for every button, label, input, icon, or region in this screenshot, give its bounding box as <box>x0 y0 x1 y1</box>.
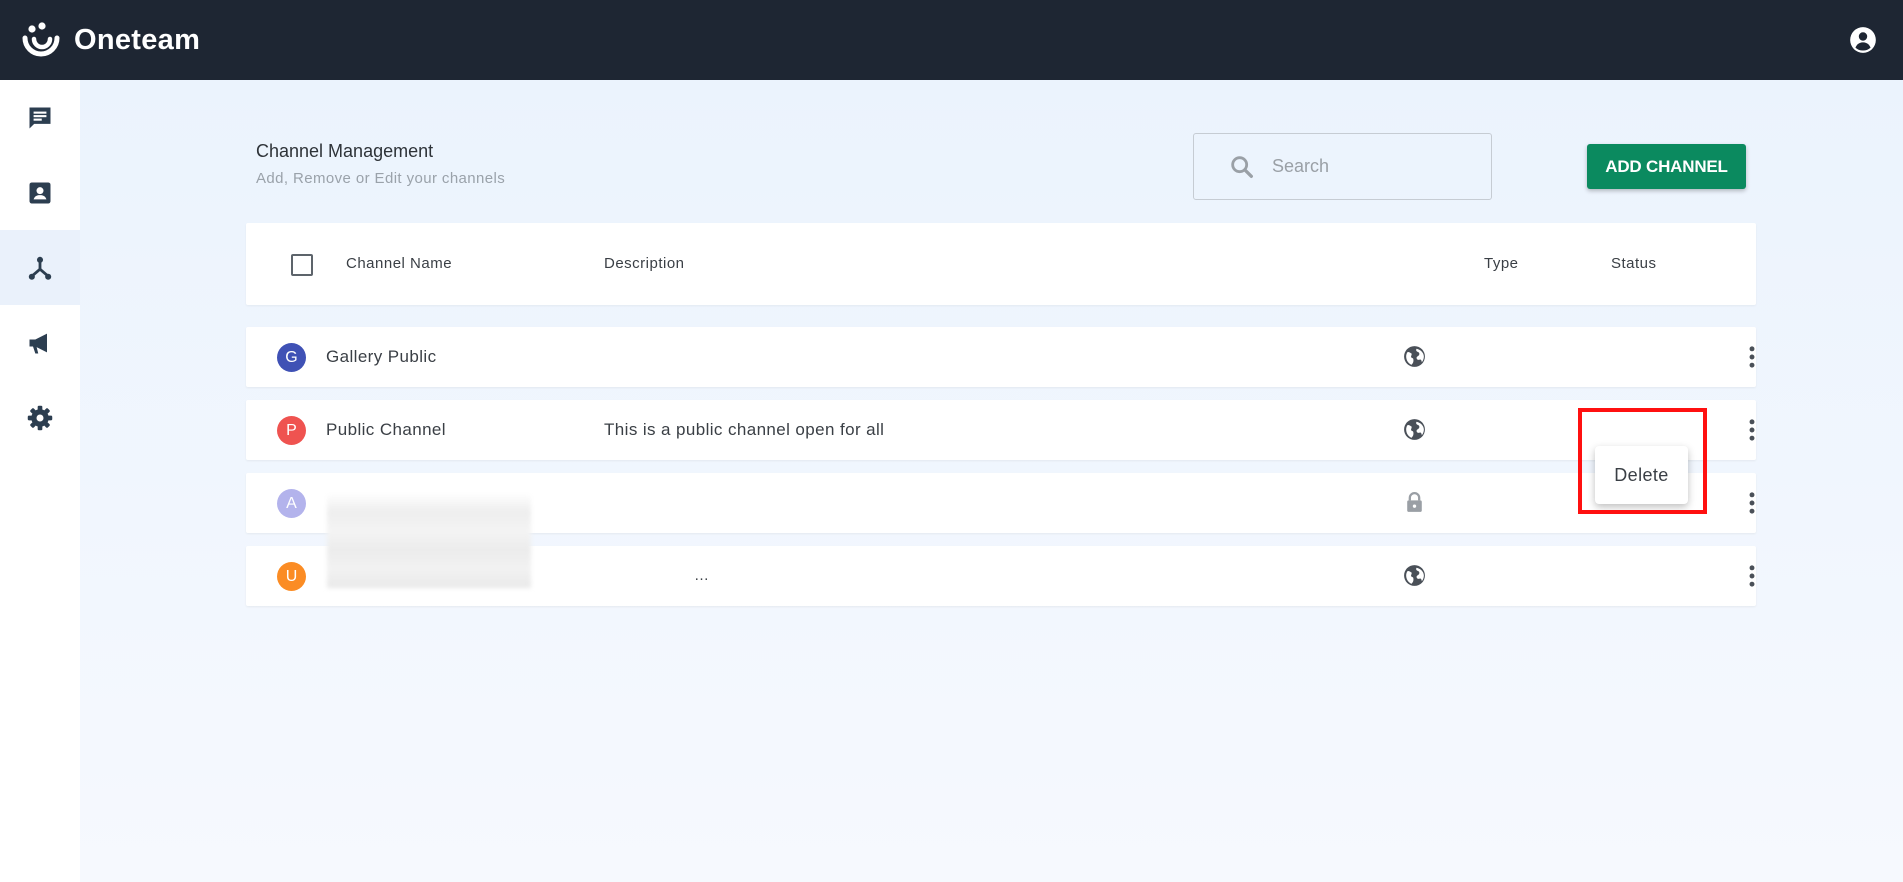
lock-icon <box>1407 492 1422 512</box>
page-subtitle: Add, Remove or Edit your channels <box>256 170 506 187</box>
more-vert-icon[interactable] <box>1738 343 1766 371</box>
oneteam-logo-icon <box>22 22 60 57</box>
app-name: Oneteam <box>74 23 201 56</box>
contact-card-icon <box>29 182 51 203</box>
more-vert-icon[interactable] <box>1738 416 1766 444</box>
sidebar-item-announcements[interactable] <box>0 305 80 380</box>
channel-avatar: U <box>277 562 306 591</box>
column-header-status[interactable]: Status <box>1611 223 1657 305</box>
channel-avatar: A <box>277 489 306 518</box>
page-title: Channel Management <box>256 141 434 161</box>
table-row[interactable]: P Public Channel This is a public channe… <box>246 400 1756 460</box>
channel-name: Gallery Public <box>326 347 437 366</box>
settings-gear-icon <box>27 405 53 430</box>
column-header-channel-name[interactable]: Channel Name <box>346 223 452 305</box>
sidebar-item-chats[interactable] <box>0 80 80 155</box>
globe-icon <box>1404 565 1425 586</box>
channels-hub-icon <box>28 256 52 280</box>
search-icon <box>1231 155 1253 178</box>
chat-icon <box>29 107 51 128</box>
redacted-blur <box>327 493 531 588</box>
truncation-ellipsis: … <box>694 567 709 584</box>
more-vert-icon[interactable] <box>1738 489 1766 517</box>
search-box[interactable] <box>1193 133 1492 200</box>
table-row[interactable]: G Gallery Public <box>246 327 1756 387</box>
channel-name: Public Channel <box>326 420 446 439</box>
account-circle-icon[interactable] <box>1849 26 1877 54</box>
globe-icon <box>1404 346 1425 367</box>
channel-avatar: P <box>277 416 306 445</box>
sidebar-item-channels[interactable] <box>0 230 80 305</box>
column-header-type[interactable]: Type <box>1484 223 1519 305</box>
sidebar-item-settings[interactable] <box>0 380 80 455</box>
column-header-description[interactable]: Description <box>604 223 685 305</box>
top-app-bar: Oneteam <box>0 0 1903 80</box>
highlight-box <box>1578 408 1707 514</box>
add-channel-button[interactable]: ADD CHANNEL <box>1587 144 1746 189</box>
channel-description: This is a public channel open for all <box>604 420 885 439</box>
table-header: Channel Name Description Type Status <box>246 223 1756 305</box>
more-vert-icon[interactable] <box>1738 562 1766 590</box>
sidebar-nav <box>0 80 80 882</box>
globe-icon <box>1404 419 1425 440</box>
sidebar-item-contacts[interactable] <box>0 155 80 230</box>
channel-avatar: G <box>277 343 306 372</box>
brand[interactable]: Oneteam <box>18 17 200 63</box>
select-all-checkbox[interactable] <box>291 254 313 276</box>
megaphone-icon <box>29 333 47 353</box>
search-input[interactable] <box>1272 156 1472 177</box>
